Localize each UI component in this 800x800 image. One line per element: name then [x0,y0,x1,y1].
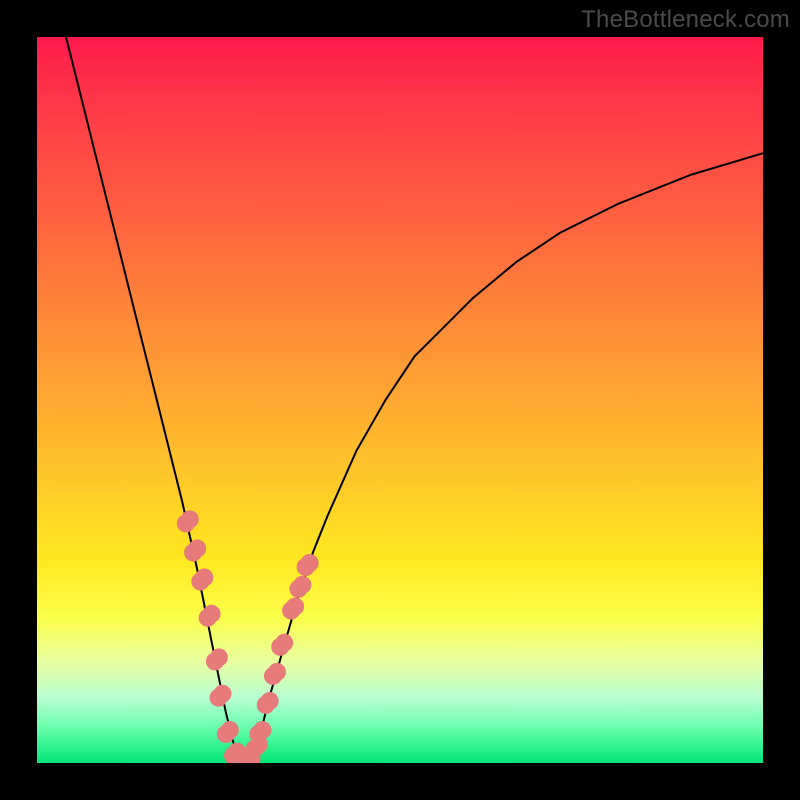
highlight-dot [188,540,206,558]
highlight-dot [301,554,319,572]
chart-frame: TheBottleneck.com [0,0,800,800]
highlight-dots-layer [37,37,763,763]
highlight-dot [221,721,239,739]
highlight-dot [181,510,199,528]
highlight-dot [268,663,286,681]
highlight-dot [253,721,271,739]
highlight-dot [286,598,304,616]
highlight-dot [195,569,213,587]
highlight-dot [293,576,311,594]
watermark-text: TheBottleneck.com [581,6,790,34]
highlight-dot [203,605,221,623]
highlight-dots-group [177,510,319,763]
highlight-dot [261,692,279,710]
highlight-dot [210,648,228,666]
highlight-dot [214,685,232,703]
plot-area [37,37,763,763]
highlight-dot [275,634,293,652]
